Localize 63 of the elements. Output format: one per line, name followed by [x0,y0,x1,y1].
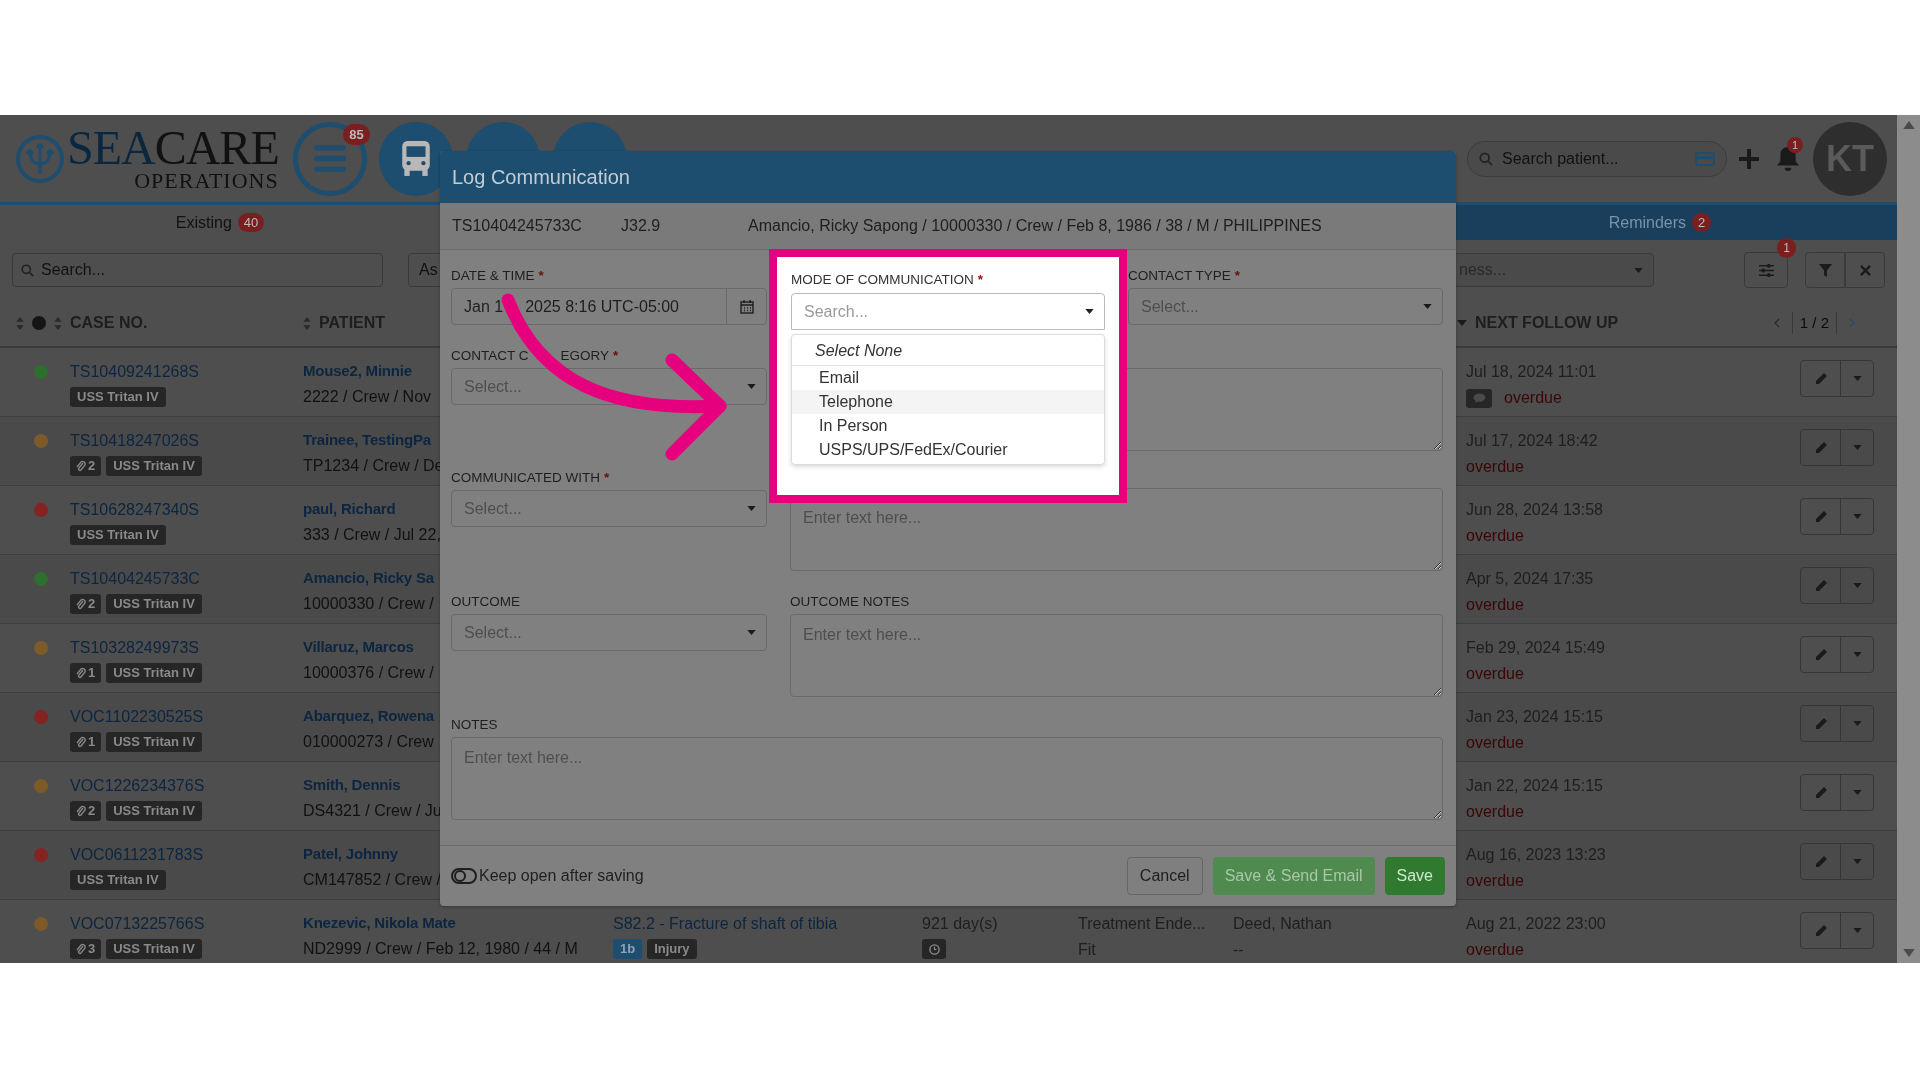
required-mark: * [604,468,610,487]
field-label: CONTACT C [451,346,529,365]
date-text: 2025 8:16 UTC-05:00 [525,296,679,317]
required-mark: * [538,266,544,285]
vessel-tag: USS Tritan IV [106,594,202,614]
required-mark: * [977,270,983,289]
field-label: OUTCOME NOTES [790,592,910,611]
diagnosis-tag: 1b [613,939,643,959]
overdue-label: overdue [1466,526,1524,546]
logo-text: SEA [67,125,155,170]
logo-text: CARE [154,125,279,170]
patient-details: 10000330 / Crew / [303,593,434,614]
attachment-number: 2 [88,802,96,821]
field-label: DATE & TIME [451,266,535,285]
required-mark: * [613,346,619,365]
attachment-number: 2 [88,457,96,476]
diagnosis-tag: Injury [647,939,697,959]
dialog-title: Log Communication [440,151,1456,203]
overdue-label: overdue [1466,802,1524,822]
logo-subtitle: OPERATIONS [134,169,279,192]
patient-details: 333 / Crew / Jul 22, [303,524,441,545]
field-label: NOTES [451,715,498,734]
overdue-label: overdue [1466,595,1524,615]
overdue-label: overdue [1466,940,1524,960]
case-info-text: J32.9 [621,216,662,236]
case-info-text: Amancio, Ricky Sapong / 10000330 / Crew / Feb 8, 1986 / 38 / M / PHILIPPINES [748,216,1322,236]
patient-details: 2222 / Crew / Nov [303,386,432,407]
attachment-number: 3 [88,940,96,959]
notification-badge: 1 [1777,238,1796,258]
case-info-text: TS10404245733C [452,216,583,236]
field-label: OUTCOME [451,592,520,611]
attachment-number: 1 [88,664,96,683]
overdue-label: overdue [1466,664,1524,684]
overdue-label: overdue [1504,388,1562,408]
patient-details: ND2999 / Crew / Feb 12, 1980 / 44 / M [303,938,578,959]
field-label: MODE OF COMMUNICATION [791,270,974,289]
notification-badge: 85 [343,123,370,145]
vessel-tag: USS Tritan IV [106,456,202,476]
date-text: Jan 1 [464,296,504,317]
required-mark: * [1234,266,1241,285]
attachment-number: 2 [88,595,96,614]
doctor-detail: -- [1233,940,1244,960]
vessel-tag: USS Tritan IV [70,525,166,545]
vessel-tag: USS Tritan IV [106,663,202,683]
notification-badge: 1 [1787,136,1804,153]
vessel-tag: USS Tritan IV [106,732,202,752]
vessel-tag: USS Tritan IV [106,939,202,959]
patient-details: 10000376 / Crew / [303,662,434,683]
field-label: COMMUNICATED WITH [451,468,600,487]
page-indicator: 1 / 2 [1791,311,1837,335]
patient-details: 010000273 / Crew [303,731,434,752]
count-badge: 40 [237,212,265,233]
count-badge: 2 [1692,212,1712,233]
toggle-label: Keep open after saving [479,866,644,886]
vessel-tag: USS Tritan IV [70,870,166,890]
vessel-tag: USS Tritan IV [106,801,202,821]
vessel-tag: USS Tritan IV [70,387,166,407]
overdue-label: overdue [1466,733,1524,753]
attachment-number: 1 [88,733,96,752]
field-label: EGORY [560,346,609,365]
field-label: CONTACT TYPE [1128,266,1231,285]
overdue-label: overdue [1466,457,1524,477]
overdue-label: overdue [1466,871,1524,891]
